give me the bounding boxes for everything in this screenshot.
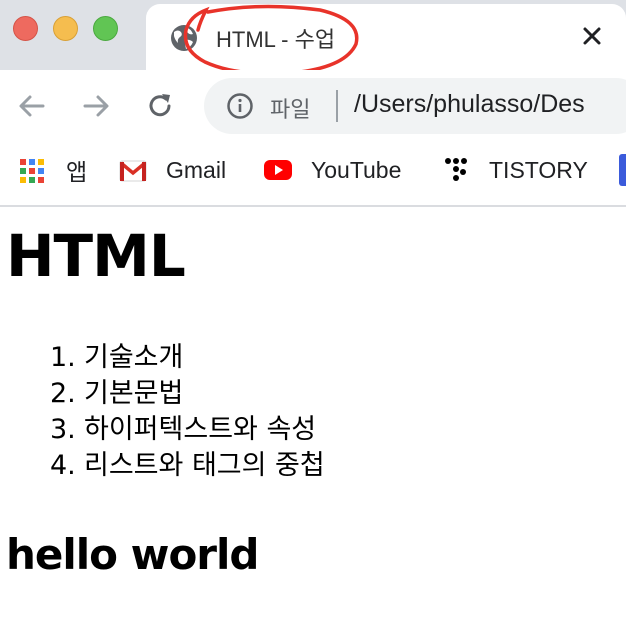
list-number: 3. bbox=[50, 414, 76, 445]
close-icon[interactable] bbox=[578, 22, 606, 50]
bookmark-youtube[interactable]: YouTube bbox=[263, 154, 401, 186]
list-item-text: 리스트와 태그의 중첩 bbox=[84, 450, 325, 481]
list-item-text: 기술소개 bbox=[84, 342, 184, 373]
address-bar[interactable]: 파일 /Users/phulasso/Des bbox=[204, 78, 626, 134]
apps-grid-icon bbox=[20, 159, 44, 183]
bookmark-label: TISTORY bbox=[489, 156, 588, 183]
list-item: 3. 하이퍼텍스트와 속성 bbox=[50, 412, 325, 448]
list-item-text: 기본문법 bbox=[84, 378, 184, 409]
bookmark-gmail[interactable]: Gmail bbox=[118, 154, 226, 186]
list-number: 2. bbox=[50, 378, 76, 409]
bookmark-label: YouTube bbox=[311, 156, 402, 183]
window-minimize-button[interactable] bbox=[53, 16, 78, 41]
list-item: 1. 기술소개 bbox=[50, 340, 325, 376]
subtitle-heading: hello world bbox=[6, 530, 259, 579]
browser-toolbar: 파일 /Users/phulasso/Des bbox=[0, 70, 626, 140]
reload-icon[interactable] bbox=[144, 90, 176, 122]
bookmark-label: 앱 bbox=[66, 159, 88, 185]
url-scheme-label: 파일 bbox=[270, 98, 311, 123]
arrow-right-icon[interactable] bbox=[80, 90, 112, 122]
tab-title: HTML - 수업 bbox=[216, 27, 336, 52]
bookmarks-bar: 앱 Gmail YouTube TISTORY bbox=[0, 140, 626, 207]
list-item: 2. 기본문법 bbox=[50, 376, 325, 412]
page-content: HTML 1. 기술소개 2. 기본문법 3. 하이퍼텍스트와 속성 4. 리스트와 태… bbox=[0, 208, 626, 622]
arrow-left-icon[interactable] bbox=[16, 90, 48, 122]
tistory-icon bbox=[445, 158, 467, 181]
list-number: 1. bbox=[50, 342, 76, 373]
bookmark-label: Gmail bbox=[166, 156, 227, 183]
bookmark-tistory[interactable]: TISTORY bbox=[441, 154, 588, 186]
list-item: 4. 리스트와 태그의 중첩 bbox=[50, 448, 325, 484]
window-maximize-button[interactable] bbox=[93, 16, 118, 41]
page-title: HTML bbox=[6, 222, 186, 290]
address-divider bbox=[336, 90, 338, 122]
globe-icon bbox=[171, 25, 197, 51]
bookmark-overflow[interactable] bbox=[619, 154, 626, 186]
list-number: 4. bbox=[50, 450, 76, 481]
topic-list: 1. 기술소개 2. 기본문법 3. 하이퍼텍스트와 속성 4. 리스트와 태그의 중첩 bbox=[50, 340, 325, 484]
url-text[interactable]: /Users/phulasso/Des bbox=[354, 90, 585, 119]
window-close-button[interactable] bbox=[13, 16, 38, 41]
browser-tab[interactable]: HTML - 수업 bbox=[146, 4, 626, 70]
youtube-icon bbox=[264, 160, 292, 180]
list-item-text: 하이퍼텍스트와 속성 bbox=[84, 414, 317, 445]
gmail-icon bbox=[119, 160, 147, 182]
bookmark-apps[interactable]: 앱 bbox=[18, 154, 87, 186]
tab-strip: HTML - 수업 bbox=[0, 0, 626, 70]
info-icon[interactable] bbox=[226, 92, 254, 120]
